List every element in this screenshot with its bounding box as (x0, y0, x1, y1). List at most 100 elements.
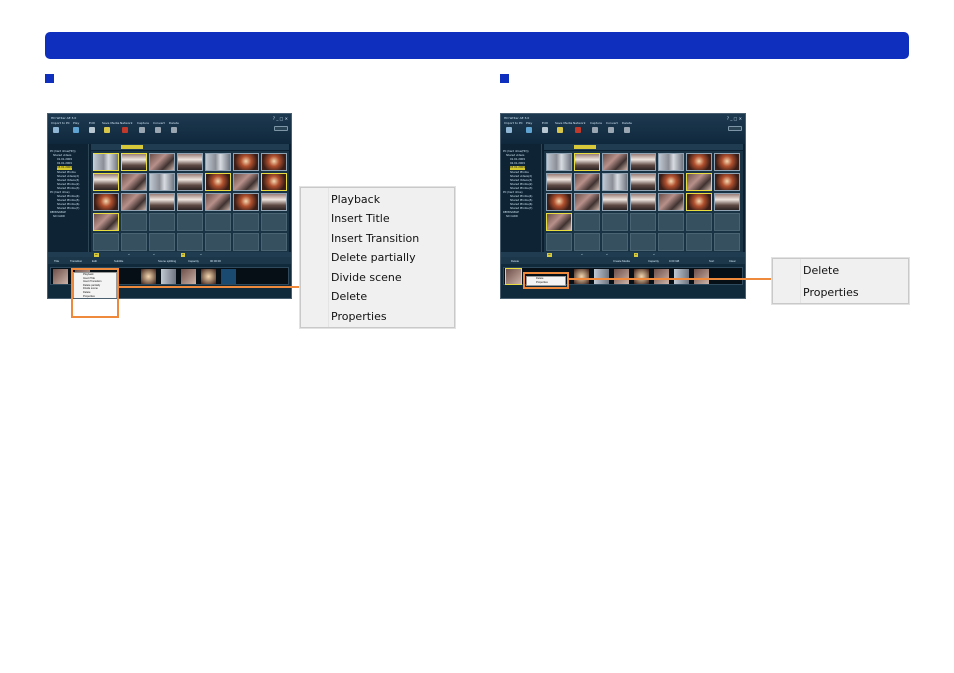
tab-active[interactable] (574, 145, 596, 149)
thumbnail[interactable] (686, 193, 712, 211)
toolbar-label-delete[interactable]: Delete (169, 121, 179, 125)
tab[interactable] (612, 145, 626, 149)
menu-item-delete[interactable]: Delete (331, 290, 367, 303)
edit-tool[interactable]: Edit (92, 259, 97, 263)
thumbnail[interactable] (630, 193, 656, 211)
thumbnail[interactable] (574, 173, 600, 191)
tab[interactable] (159, 145, 173, 149)
thumbnail[interactable] (121, 153, 147, 171)
save-media-icon[interactable] (104, 127, 110, 133)
menu-item-playback[interactable]: Playback (331, 193, 380, 206)
toolbar-label-play[interactable]: Play (526, 121, 532, 125)
toolbar-label-save[interactable]: Save Media (555, 121, 572, 125)
clear-tool[interactable]: Clear (729, 259, 736, 263)
toolbar-label-network[interactable]: Network (120, 121, 133, 125)
menu-item-insert-title[interactable]: Insert Title (331, 212, 390, 225)
thumbnail[interactable] (602, 173, 628, 191)
thumbnail[interactable] (177, 153, 203, 171)
toolbar-label-edit[interactable]: Edit (542, 121, 548, 125)
thumbnail[interactable] (93, 153, 119, 171)
title-tool[interactable]: Title (54, 259, 59, 263)
toolbar-label-edit[interactable]: Edit (89, 121, 95, 125)
thumbnail[interactable] (714, 153, 740, 171)
thumbnail[interactable] (714, 173, 740, 191)
thumbnail[interactable] (546, 193, 572, 211)
media-frame[interactable] (694, 269, 709, 284)
menu-item-properties[interactable]: Properties (331, 310, 387, 323)
thumbnail[interactable] (233, 193, 259, 211)
thumbnail[interactable] (630, 153, 656, 171)
subtitle-tool[interactable]: Subtitle (114, 259, 123, 263)
thumbnail[interactable] (233, 173, 259, 191)
thumbnail[interactable] (121, 193, 147, 211)
import-icon[interactable] (506, 127, 512, 133)
delete-tool[interactable]: Delete (511, 259, 519, 263)
storyboard-frame[interactable] (181, 269, 196, 284)
thumbnail[interactable] (714, 193, 740, 211)
convert-icon[interactable] (155, 127, 161, 133)
toolbar-label-capture[interactable]: Capture (137, 121, 149, 125)
thumbnail[interactable] (574, 193, 600, 211)
media-frame[interactable] (594, 269, 609, 284)
thumbnail[interactable] (205, 193, 231, 211)
thumbnail[interactable] (149, 153, 175, 171)
window-controls[interactable]: ? _ □ ✕ (273, 116, 288, 121)
thumbnail[interactable] (546, 173, 572, 191)
toolbar-label-convert[interactable]: Convert (606, 121, 618, 125)
network-icon[interactable] (122, 127, 128, 133)
view-option-active[interactable]: ▪▪▪ (547, 252, 552, 257)
play-icon[interactable] (526, 127, 532, 133)
storyboard-frame[interactable] (201, 269, 216, 284)
thumbnail[interactable] (177, 193, 203, 211)
tree-item[interactable]: SD CARD (506, 215, 518, 219)
thumbnail[interactable] (546, 213, 572, 231)
thumbnail[interactable] (177, 173, 203, 191)
exit-button[interactable] (728, 126, 742, 131)
thumbnail[interactable] (602, 153, 628, 171)
media-frame[interactable] (634, 269, 649, 284)
thumbnail[interactable] (93, 173, 119, 191)
media-frame[interactable] (614, 269, 629, 284)
thumbnail[interactable] (261, 193, 287, 211)
toolbar-label-delete[interactable]: Delete (622, 121, 632, 125)
thumbnail[interactable] (686, 153, 712, 171)
thumbnail[interactable] (93, 213, 119, 231)
thumbnail[interactable] (686, 173, 712, 191)
delete-icon[interactable] (171, 127, 177, 133)
toolbar-label-network[interactable]: Network (573, 121, 586, 125)
view-option[interactable]: ▪▪ (200, 253, 202, 257)
capture-icon[interactable] (139, 127, 145, 133)
create-media-tool[interactable]: Create Media (613, 259, 630, 263)
view-option-active[interactable]: ▪▪▪ (94, 252, 99, 257)
thumbnail[interactable] (602, 193, 628, 211)
media-frame[interactable] (574, 269, 589, 284)
delete-icon[interactable] (624, 127, 630, 133)
window-controls[interactable]: ? _ □ ✕ (727, 116, 742, 121)
convert-icon[interactable] (608, 127, 614, 133)
storyboard-frame[interactable] (141, 269, 156, 284)
thumbnail[interactable] (121, 173, 147, 191)
menu-item-insert-transition[interactable]: Insert Transition (331, 232, 419, 245)
thumbnail[interactable] (205, 173, 231, 191)
view-option[interactable]: ▪▪ (606, 253, 608, 257)
view-option-active[interactable]: ▪▪ (634, 252, 638, 257)
thumbnail[interactable] (658, 153, 684, 171)
tree-item-selected[interactable]: 03.01.2009 (57, 166, 72, 170)
view-option[interactable]: ▪▪ (153, 253, 155, 257)
media-frame[interactable] (654, 269, 669, 284)
toolbar-label-import[interactable]: Import to PC (504, 121, 523, 125)
storyboard-frame[interactable] (221, 269, 236, 284)
thumbnail[interactable] (574, 153, 600, 171)
edit-icon[interactable] (542, 127, 548, 133)
toolbar-label-convert[interactable]: Convert (153, 121, 165, 125)
thumbnail[interactable] (261, 153, 287, 171)
thumbnail[interactable] (93, 193, 119, 211)
capture-icon[interactable] (592, 127, 598, 133)
thumbnail[interactable] (546, 153, 572, 171)
toolbar-label-import[interactable]: Import to PC (51, 121, 70, 125)
tab[interactable] (642, 145, 660, 149)
view-option[interactable]: ▪▪ (653, 253, 655, 257)
thumbnail[interactable] (630, 173, 656, 191)
thumbnail[interactable] (261, 173, 287, 191)
tree-item-selected[interactable]: 03.01.2009 (510, 166, 525, 170)
